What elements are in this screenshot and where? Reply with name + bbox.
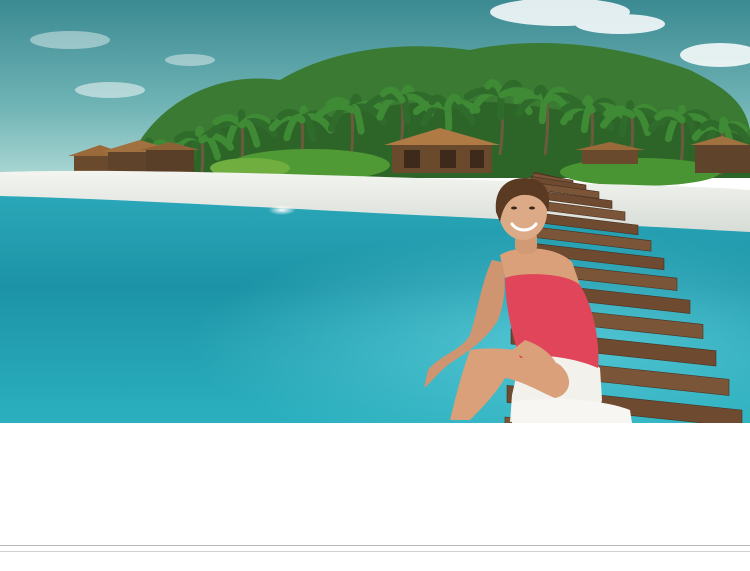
divider-line	[0, 545, 750, 546]
divider-line	[0, 551, 750, 552]
content-area	[0, 423, 750, 571]
resort-scene	[0, 0, 750, 423]
sun-glint	[268, 205, 296, 215]
page	[0, 0, 750, 571]
resort-hero-image	[0, 0, 750, 423]
